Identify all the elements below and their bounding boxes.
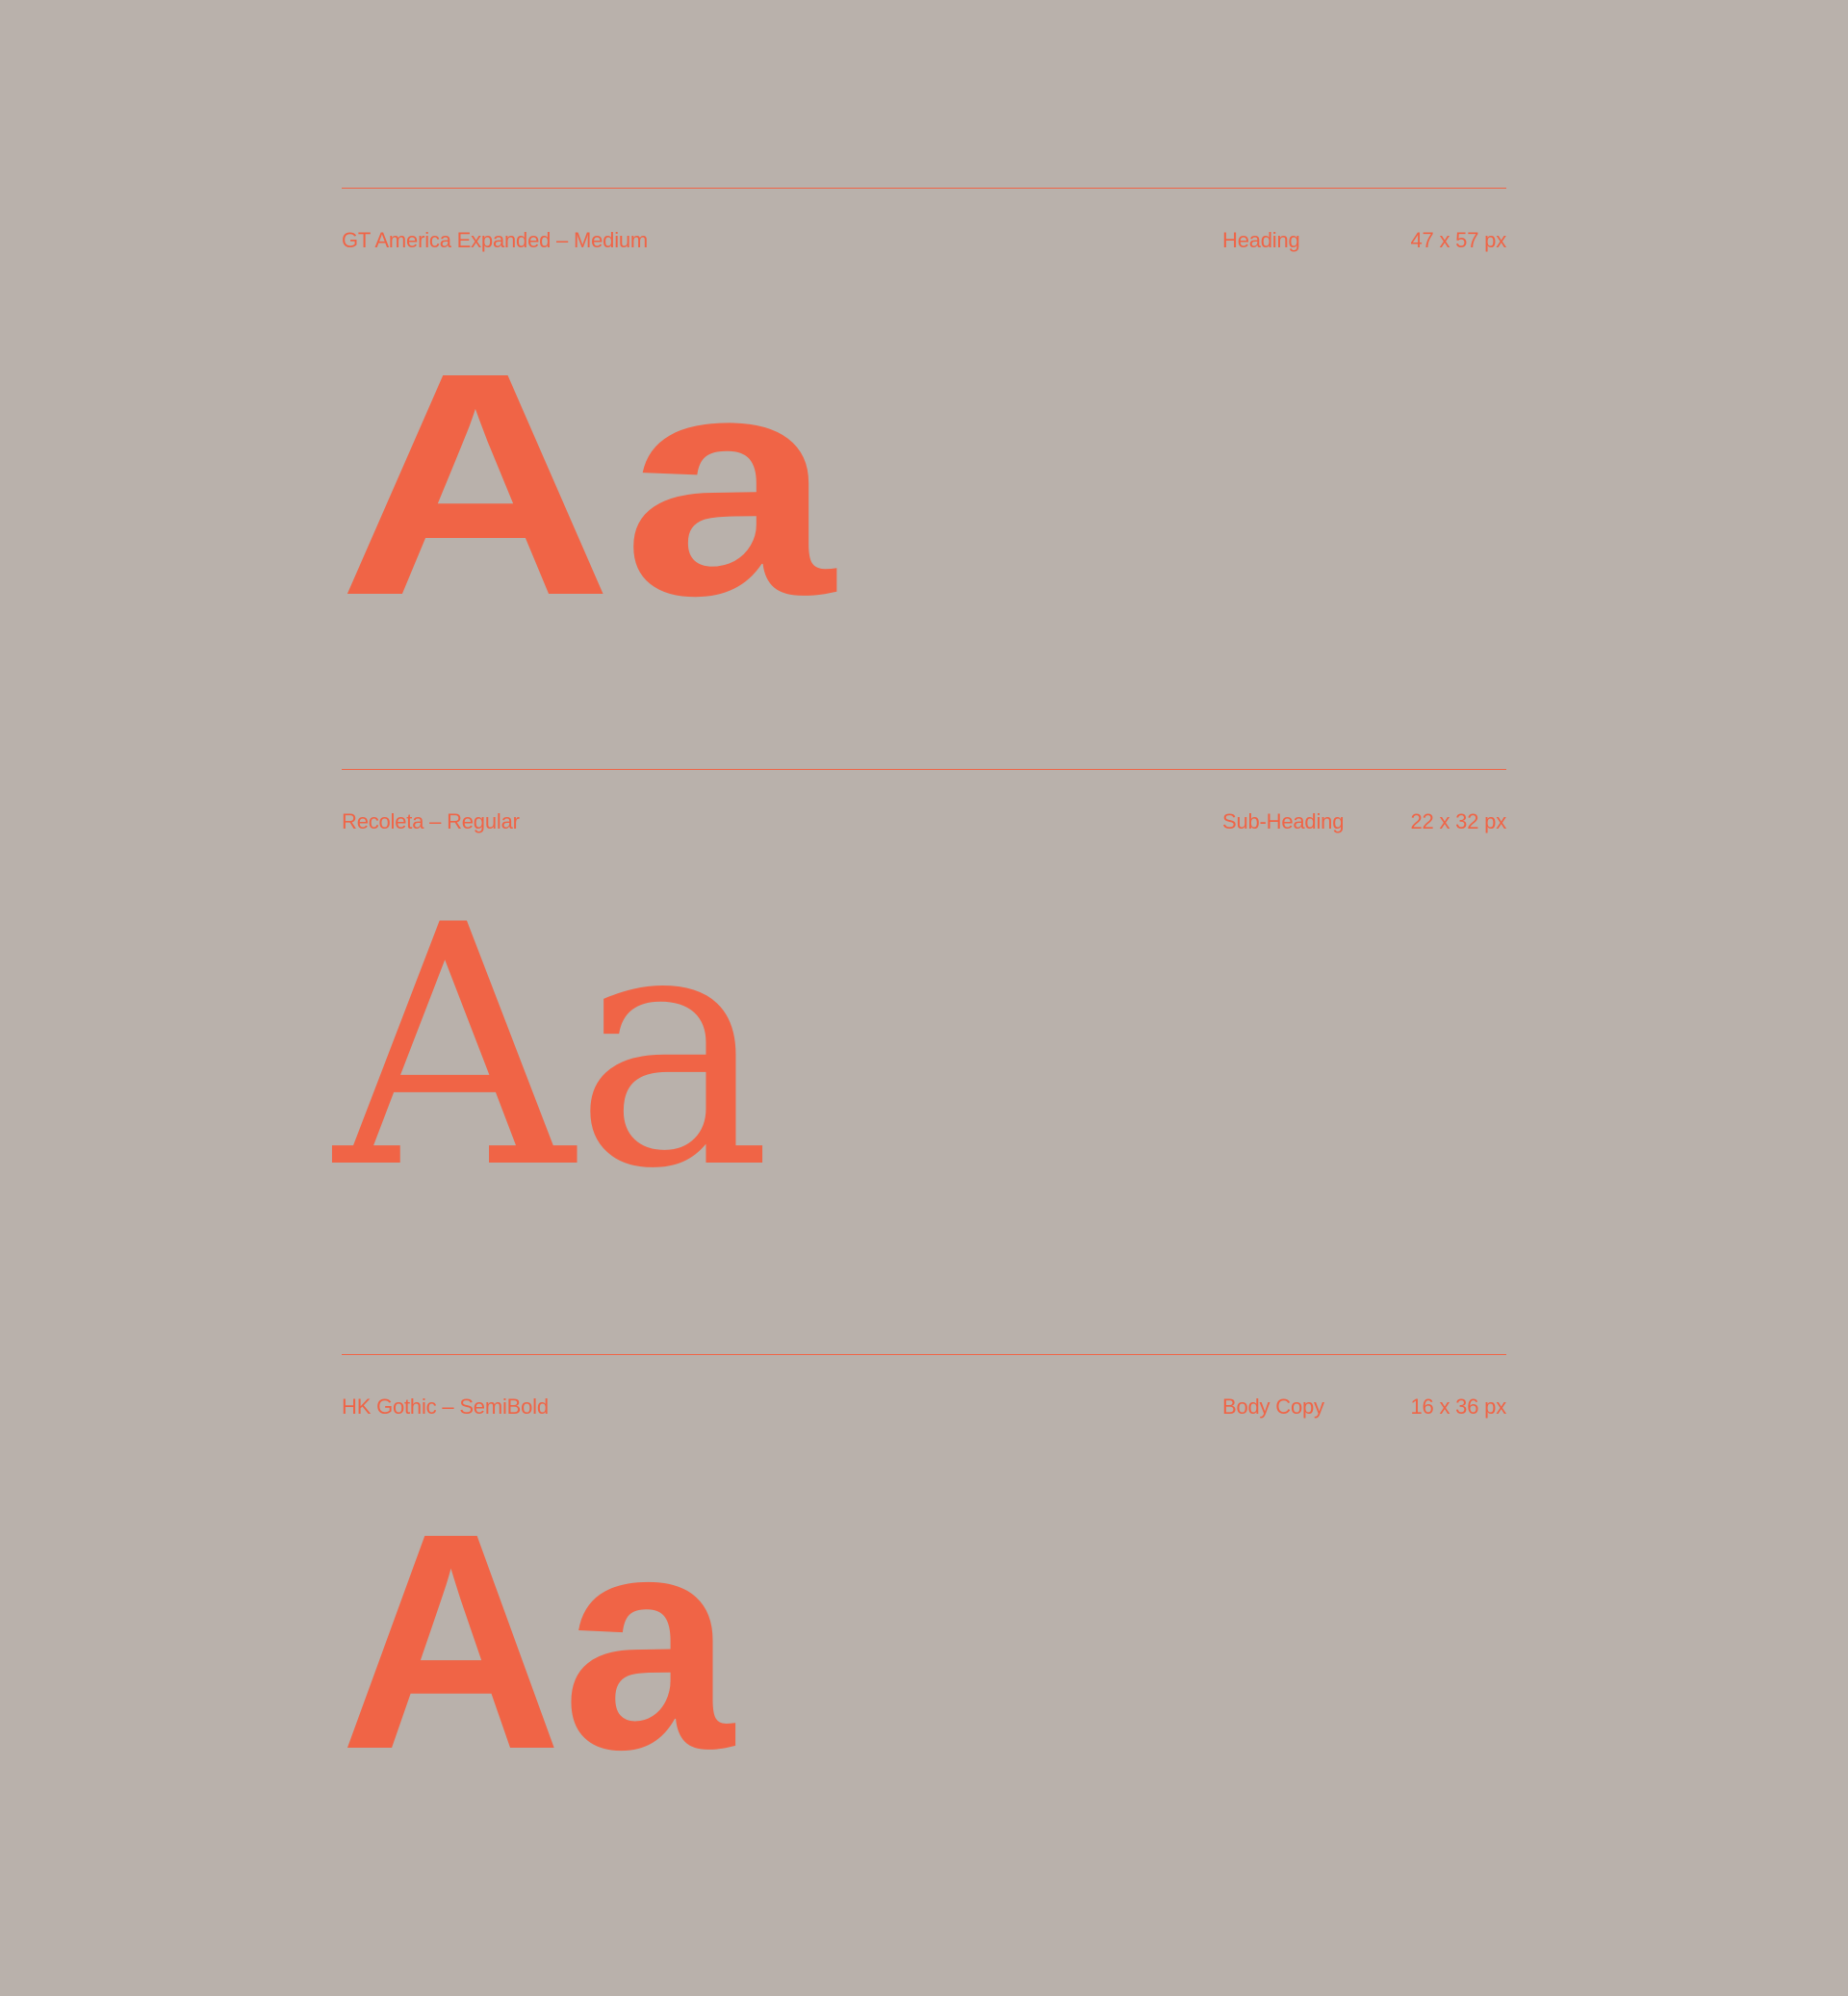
glyph-uppercase: A <box>340 1469 563 1813</box>
glyph-uppercase: A <box>334 856 575 1241</box>
type-size-label: 22 x 32 px <box>1410 809 1506 833</box>
divider-rule <box>342 1354 1506 1355</box>
font-name-label: GT America Expanded – Medium <box>342 228 649 252</box>
glyph-uppercase: A <box>338 306 613 661</box>
glyph-lowercase: a <box>562 1469 734 1813</box>
glyph-lowercase: a <box>574 856 772 1241</box>
font-name-label: HK Gothic – SemiBold <box>342 1395 549 1419</box>
glyph-lowercase: a <box>622 306 834 661</box>
glyph-specimen: Aa <box>334 883 772 1215</box>
divider-rule <box>342 188 1506 189</box>
type-size-label: 47 x 57 px <box>1410 228 1506 252</box>
type-role-label: Sub-Heading <box>1222 809 1345 833</box>
type-size-label: 16 x 36 px <box>1410 1395 1506 1419</box>
type-role-label: Body Copy <box>1222 1395 1324 1419</box>
font-name-label: Recoleta – Regular <box>342 809 520 833</box>
divider-rule <box>342 769 1506 770</box>
glyph-specimen: Aa <box>338 325 834 643</box>
glyph-specimen: Aa <box>340 1487 733 1795</box>
type-role-label: Heading <box>1222 228 1300 252</box>
